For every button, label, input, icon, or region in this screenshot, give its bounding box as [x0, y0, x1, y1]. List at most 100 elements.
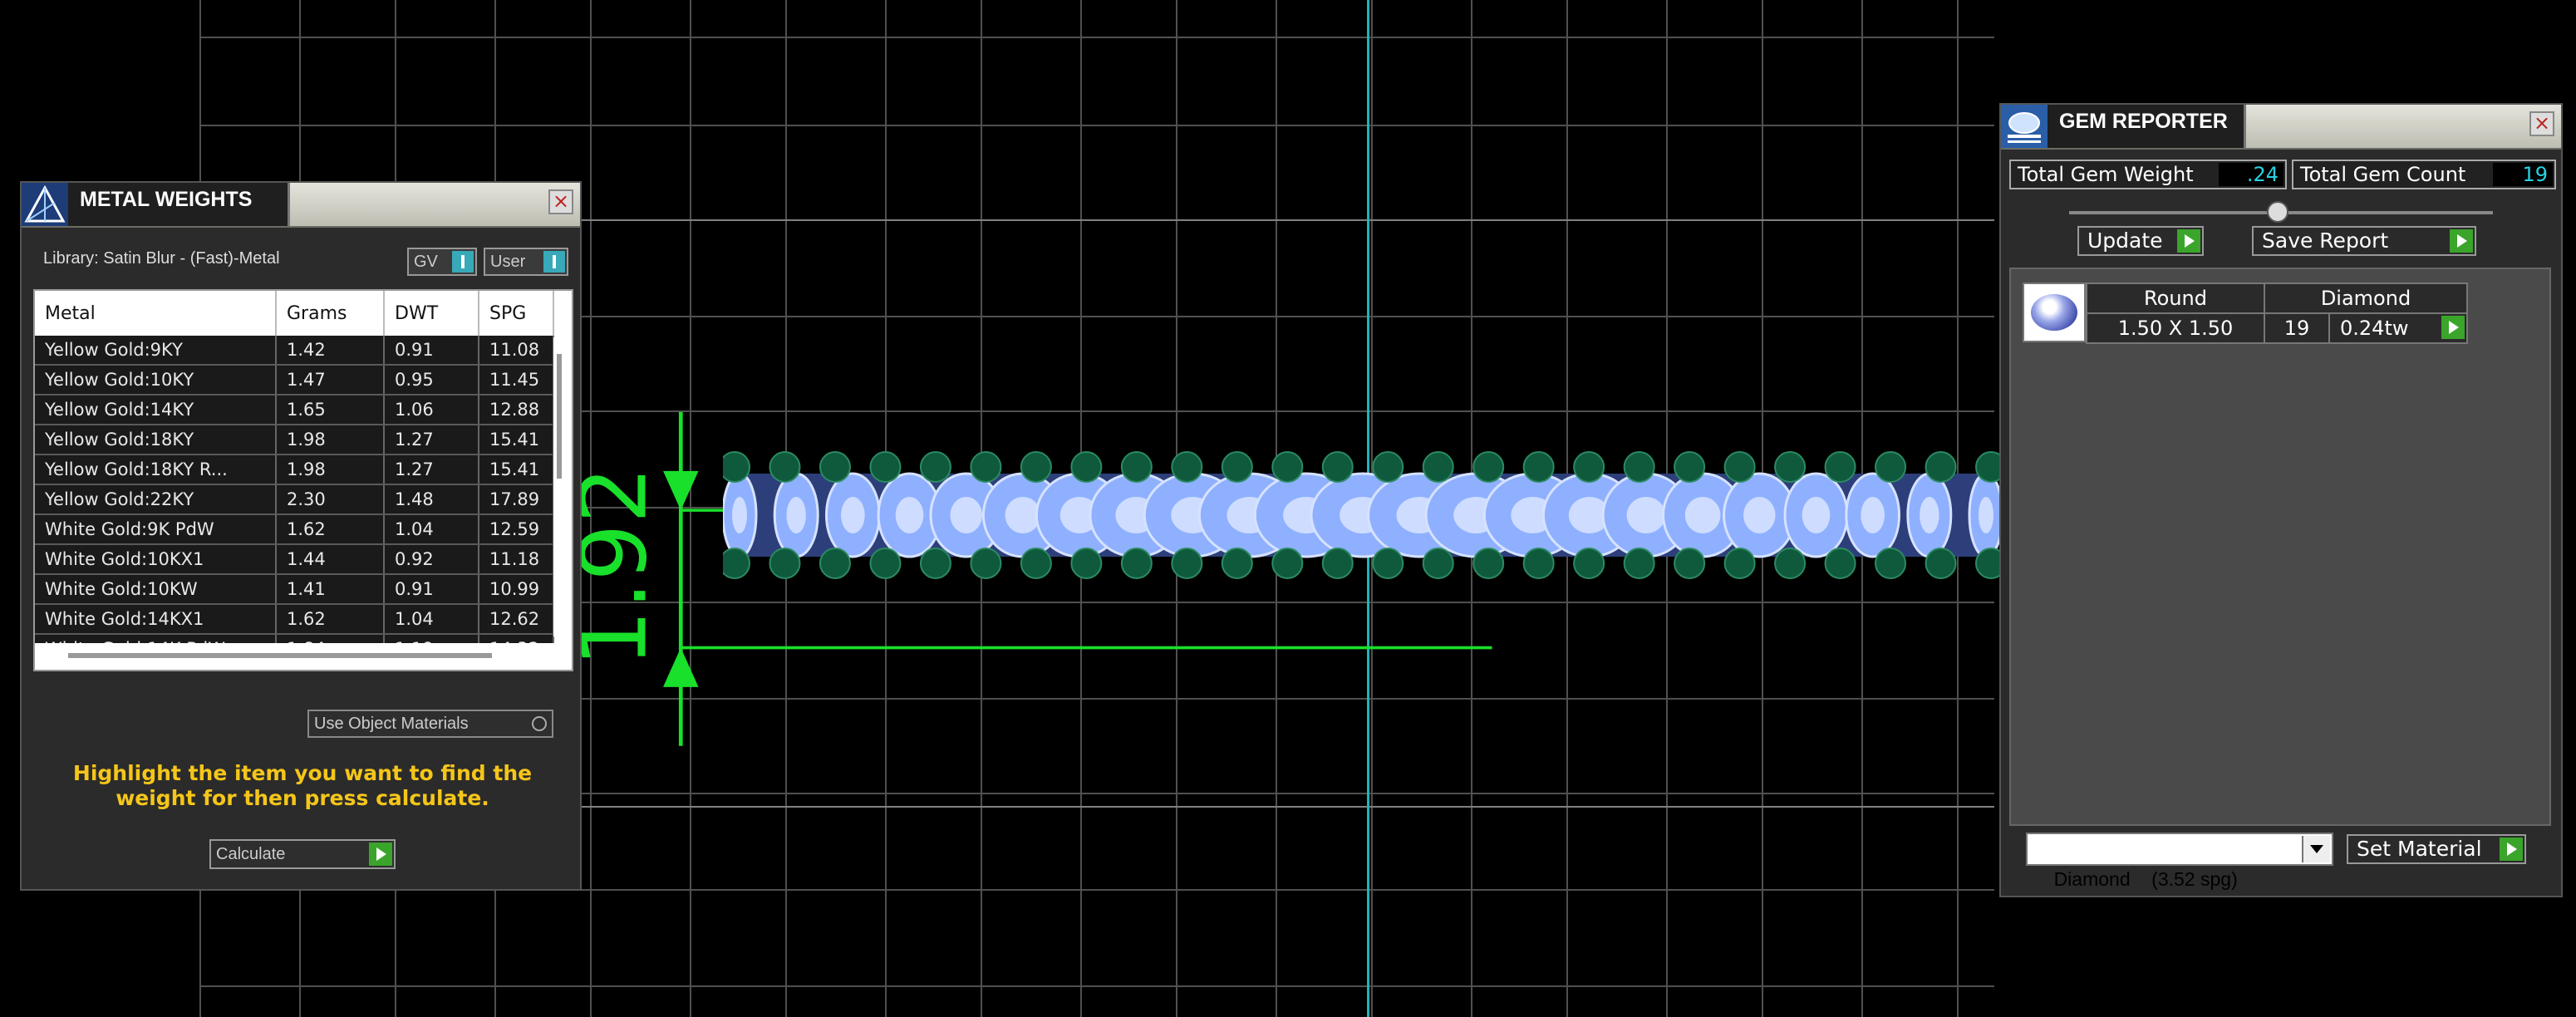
material-select[interactable]: Diamond (3.52 spg): [2026, 833, 2333, 890]
prong-top: [1824, 451, 1856, 483]
play-arrow-icon: [2177, 229, 2200, 253]
set-material-button[interactable]: Set Material: [2347, 834, 2526, 864]
metal-table-vertical-scrollbar[interactable]: [553, 337, 565, 636]
dwt-cell: 0.91: [384, 336, 479, 366]
use-object-materials-option[interactable]: Use Object Materials: [307, 710, 553, 738]
prong-bottom: [723, 548, 750, 579]
dwt-cell: 0.92: [384, 544, 479, 575]
metal-weights-panel: METAL WEIGHTS × Library: Satin Blur - (F…: [20, 181, 582, 891]
prong-bottom: [970, 548, 1002, 579]
set-material-label: Set Material: [2357, 837, 2482, 861]
metal-cell: Yellow Gold:9KY: [35, 336, 277, 366]
eternity-band-model[interactable]: [723, 449, 2003, 582]
column-header-spg[interactable]: SPG: [479, 291, 554, 336]
gem-list[interactable]: Round Diamond 1.50 X 1.50 19 0.24tw: [2009, 268, 2551, 826]
prong-bottom: [1271, 548, 1304, 579]
grams-cell: 1.41: [276, 574, 385, 605]
table-row[interactable]: White Gold:10KX1 1.44 0.92 11.18: [35, 544, 554, 575]
table-row[interactable]: Yellow Gold:9KY 1.42 0.91 11.08: [35, 336, 554, 366]
gem-facet: [841, 497, 865, 533]
save-report-label: Save Report: [2262, 228, 2389, 253]
close-icon: ×: [2533, 111, 2551, 135]
table-row[interactable]: Yellow Gold:14KY 1.65 1.06 12.88: [35, 395, 554, 425]
prong-bottom: [1070, 548, 1103, 579]
gem-facet: [786, 497, 806, 533]
prong-top: [769, 451, 801, 483]
spg-cell: 12.62: [479, 604, 554, 635]
vertical-scroll-thumb[interactable]: [557, 354, 562, 479]
gem-thumbnail[interactable]: [2023, 282, 2086, 342]
metal-cell: White Gold:9K PdW: [35, 514, 277, 545]
column-header-grams[interactable]: Grams: [276, 291, 385, 336]
prong-bottom: [819, 548, 851, 579]
spg-cell: 17.89: [479, 484, 554, 515]
metal-weights-titlebar[interactable]: METAL WEIGHTS ×: [22, 183, 580, 228]
total-gem-count-box: Total Gem Count 19: [2292, 160, 2556, 189]
metal-weights-table[interactable]: Metal Grams DWT SPG Yellow Gold:9KY 1.42 0…: [33, 289, 573, 671]
prong-bottom: [1774, 548, 1807, 579]
table-row[interactable]: Yellow Gold:18KY R... 1.98 1.27 15.41: [35, 454, 554, 485]
metal-weights-logo-icon: [22, 183, 68, 226]
grams-cell: 1.62: [276, 514, 385, 545]
dwt-cell: 0.91: [384, 574, 479, 605]
prong-bottom: [1925, 548, 1957, 579]
metal-cell: Yellow Gold:18KY: [35, 425, 277, 455]
gem-weight-cell[interactable]: 0.24tw: [2328, 312, 2468, 344]
gem-facet: [1743, 497, 1776, 533]
prong-top: [1925, 451, 1957, 483]
dwt-cell: 1.04: [384, 514, 479, 545]
prong-bottom: [1020, 548, 1052, 579]
horizontal-scroll-thumb[interactable]: [68, 653, 492, 658]
prong-top: [970, 451, 1002, 483]
spg-cell: 15.41: [479, 454, 554, 485]
metal-cell: Yellow Gold:14KY: [35, 395, 277, 425]
dwt-cell: 1.48: [384, 484, 479, 515]
gv-toggle[interactable]: GV: [407, 248, 477, 276]
table-row[interactable]: White Gold:14KX1 1.62 1.04 12.62: [35, 604, 554, 635]
prong-top: [1171, 451, 1203, 483]
slider-knob[interactable]: [2267, 201, 2288, 223]
user-toggle[interactable]: User: [484, 248, 568, 276]
gem-facet: [1684, 497, 1721, 533]
gem-row-table[interactable]: Round Diamond 1.50 X 1.50 19 0.24tw: [2086, 282, 2468, 344]
prong-top: [919, 451, 951, 483]
gem-reporter-close-button[interactable]: ×: [2529, 111, 2554, 136]
metal-weights-close-button[interactable]: ×: [548, 189, 573, 214]
gem-count: 19: [2264, 312, 2330, 344]
prong-top: [1472, 451, 1505, 483]
table-row[interactable]: Yellow Gold:22KY 2.30 1.48 17.89: [35, 484, 554, 515]
gem-facet: [950, 497, 982, 533]
grams-cell: 1.44: [276, 544, 385, 575]
save-report-button[interactable]: Save Report: [2252, 226, 2476, 256]
metal-cell: Yellow Gold:22KY: [35, 484, 277, 515]
gem-facet: [732, 497, 747, 533]
prong-bottom: [1623, 548, 1655, 579]
gv-label: GV: [414, 253, 438, 271]
prong-bottom: [1372, 548, 1404, 579]
calculate-button[interactable]: Calculate: [209, 839, 396, 869]
prong-bottom: [1824, 548, 1856, 579]
gem-reporter-title-tab: GEM REPORTER: [2048, 105, 2246, 148]
metal-table-horizontal-scrollbar[interactable]: [35, 643, 560, 670]
gem-facet: [1861, 497, 1885, 533]
table-row[interactable]: White Gold:9K PdW 1.62 1.04 12.59: [35, 514, 554, 545]
chevron-down-icon[interactable]: [2302, 836, 2330, 862]
radio-icon[interactable]: [532, 716, 547, 731]
table-row[interactable]: Yellow Gold:10KY 1.47 0.95 11.45: [35, 365, 554, 396]
grams-cell: 1.65: [276, 395, 385, 425]
user-switch-icon: [543, 251, 565, 273]
gem-reporter-titlebar[interactable]: GEM REPORTER ×: [2001, 105, 2561, 150]
prong-bottom: [769, 548, 801, 579]
prong-top: [1321, 451, 1354, 483]
column-header-metal[interactable]: Metal: [35, 291, 277, 336]
update-button[interactable]: Update: [2077, 226, 2204, 256]
play-arrow-icon: [369, 843, 392, 866]
dimension-arrow-top-icon: [663, 470, 699, 511]
table-row[interactable]: Yellow Gold:18KY 1.98 1.27 15.41: [35, 425, 554, 455]
prong-top: [1674, 451, 1706, 483]
prong-bottom: [869, 548, 902, 579]
prong-top: [1120, 451, 1153, 483]
gem-reporter-logo-icon: [2001, 105, 2048, 148]
table-row[interactable]: White Gold:10KW 1.41 0.91 10.99: [35, 574, 554, 605]
column-header-dwt[interactable]: DWT: [384, 291, 479, 336]
